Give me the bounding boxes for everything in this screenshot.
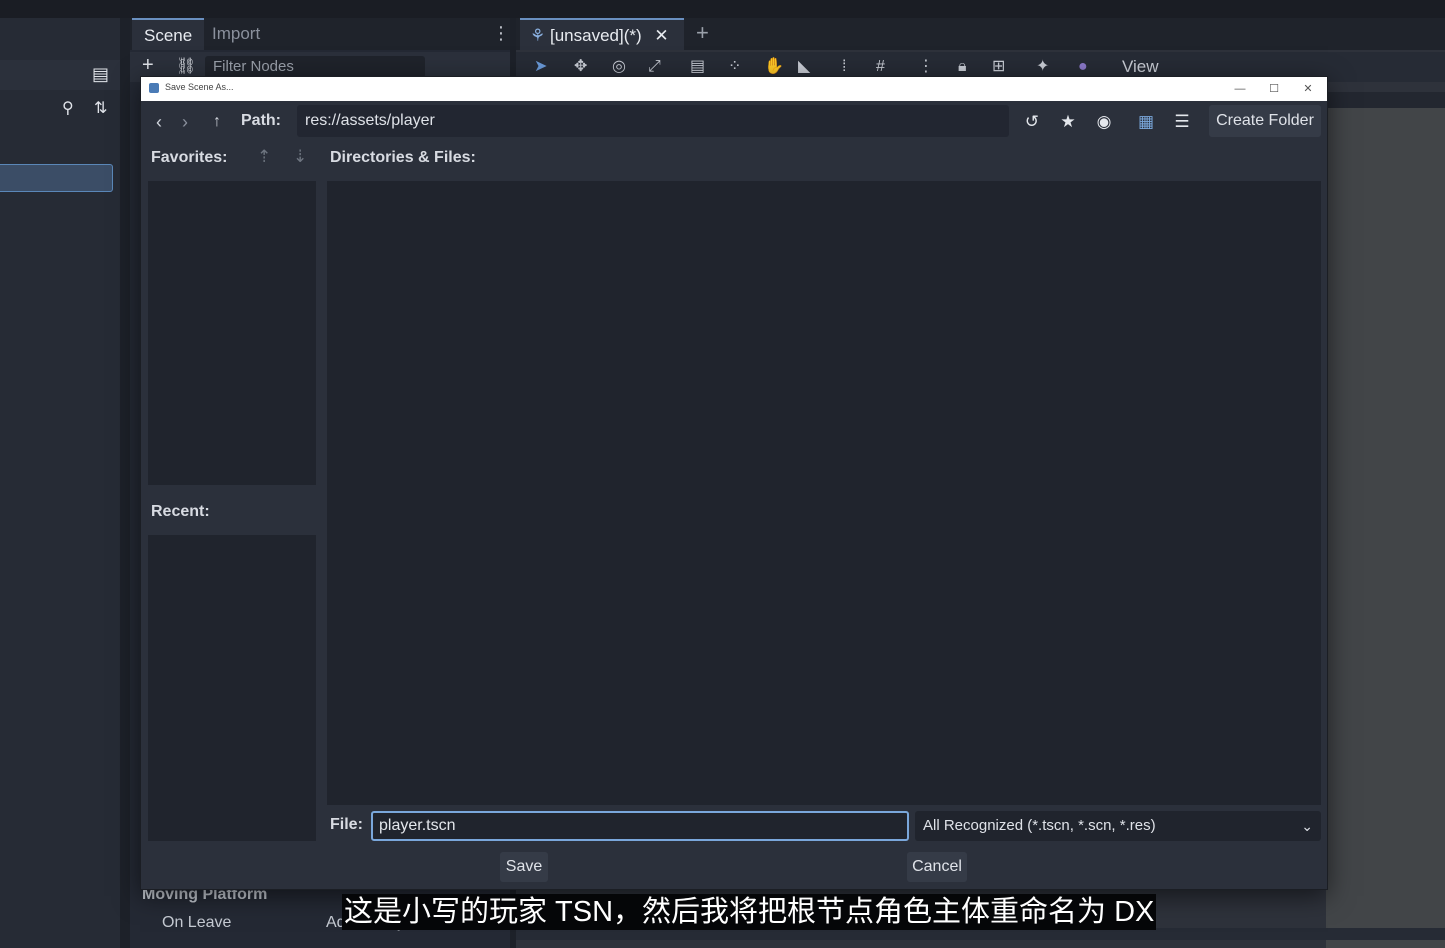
save-scene-dialog: Save Scene As... — ☐ ✕ ‹ › ↑ Path: res:/… bbox=[140, 76, 1328, 890]
path-input[interactable]: res://assets/player bbox=[297, 105, 1009, 137]
tab-scene[interactable]: Scene bbox=[132, 18, 205, 50]
list-view-icon[interactable]: ☰ bbox=[1167, 105, 1197, 139]
dialog-title: Save Scene As... bbox=[165, 82, 234, 92]
filesystem-dock: ▤ ⚲ ⇅ bbox=[0, 18, 120, 948]
refresh-icon[interactable]: ↺ bbox=[1017, 105, 1047, 139]
add-node-icon[interactable]: + bbox=[142, 54, 154, 77]
create-folder-button[interactable]: Create Folder bbox=[1209, 105, 1321, 137]
forward-icon[interactable]: › bbox=[173, 105, 197, 139]
directories-label: Directories & Files: bbox=[330, 149, 476, 166]
file-type-select[interactable]: All Recognized (*.tscn, *.scn, *.res) ⌄ bbox=[915, 811, 1321, 841]
layout-icon[interactable]: ▤ bbox=[92, 64, 109, 85]
dialog-titlebar[interactable]: Save Scene As... — ☐ ✕ bbox=[141, 77, 1327, 101]
file-type-value: All Recognized (*.tscn, *.scn, *.res) bbox=[923, 817, 1156, 834]
favorites-label: Favorites: bbox=[151, 149, 228, 166]
move-down-icon[interactable]: ⇣ bbox=[293, 147, 307, 167]
recent-label: Recent: bbox=[151, 503, 210, 520]
sort-icon[interactable]: ⇅ bbox=[94, 98, 107, 118]
tab-unsaved-scene[interactable]: ⚘ [unsaved](*) ✕ bbox=[520, 18, 684, 50]
add-tab-icon[interactable]: + bbox=[696, 20, 709, 46]
save-button[interactable]: Save bbox=[500, 852, 548, 882]
video-subtitle: 这是小写的玩家 TSN，然后我将把根节点角色主体重命名为 DX bbox=[342, 894, 1157, 930]
scene-dock-tabs: Scene Import ⋮ bbox=[130, 18, 510, 50]
ruler bbox=[1326, 92, 1445, 109]
filter-nodes-input[interactable]: Filter Nodes bbox=[205, 56, 425, 78]
window-close-icon[interactable]: ✕ bbox=[1291, 77, 1325, 101]
directories-files-list[interactable] bbox=[327, 181, 1321, 805]
minimize-icon[interactable]: — bbox=[1223, 77, 1257, 101]
link-icon[interactable]: ⛓ bbox=[176, 56, 196, 76]
viewport-canvas[interactable] bbox=[1326, 108, 1445, 948]
path-row: ‹ › ↑ Path: res://assets/player ↺ ★ ◉ ▦ … bbox=[141, 105, 1327, 139]
file-name-input[interactable]: player.tscn bbox=[371, 811, 909, 841]
editor-top-bar bbox=[0, 0, 1445, 18]
show-hidden-icon[interactable]: ◉ bbox=[1089, 105, 1119, 139]
chevron-down-icon: ⌄ bbox=[1301, 818, 1313, 834]
dock-menu-icon[interactable]: ⋮ bbox=[492, 23, 510, 44]
cancel-button[interactable]: Cancel bbox=[907, 852, 967, 882]
close-icon[interactable]: ✕ bbox=[654, 26, 668, 45]
path-label: Path: bbox=[241, 112, 281, 129]
move-up-icon[interactable]: ⇡ bbox=[257, 147, 271, 167]
prop-on-leave: On Leave bbox=[162, 914, 232, 931]
scene-icon: ⚘ bbox=[530, 26, 546, 45]
search-icon[interactable]: ⚲ bbox=[62, 98, 74, 118]
recent-list[interactable] bbox=[148, 535, 316, 841]
back-icon[interactable]: ‹ bbox=[147, 105, 171, 139]
grid-view-icon[interactable]: ▦ bbox=[1131, 105, 1161, 139]
favorite-star-icon[interactable]: ★ bbox=[1053, 105, 1083, 139]
tab-label: [unsaved](*) bbox=[549, 26, 642, 45]
maximize-icon[interactable]: ☐ bbox=[1257, 77, 1291, 101]
file-label: File: bbox=[330, 816, 363, 833]
viewport-tabs: ⚘ [unsaved](*) ✕ + bbox=[516, 18, 1445, 50]
tab-import[interactable]: Import bbox=[200, 18, 272, 50]
selected-item[interactable] bbox=[0, 164, 113, 192]
favorites-list[interactable] bbox=[148, 181, 316, 485]
app-icon bbox=[149, 83, 159, 93]
up-directory-icon[interactable]: ↑ bbox=[205, 105, 229, 139]
